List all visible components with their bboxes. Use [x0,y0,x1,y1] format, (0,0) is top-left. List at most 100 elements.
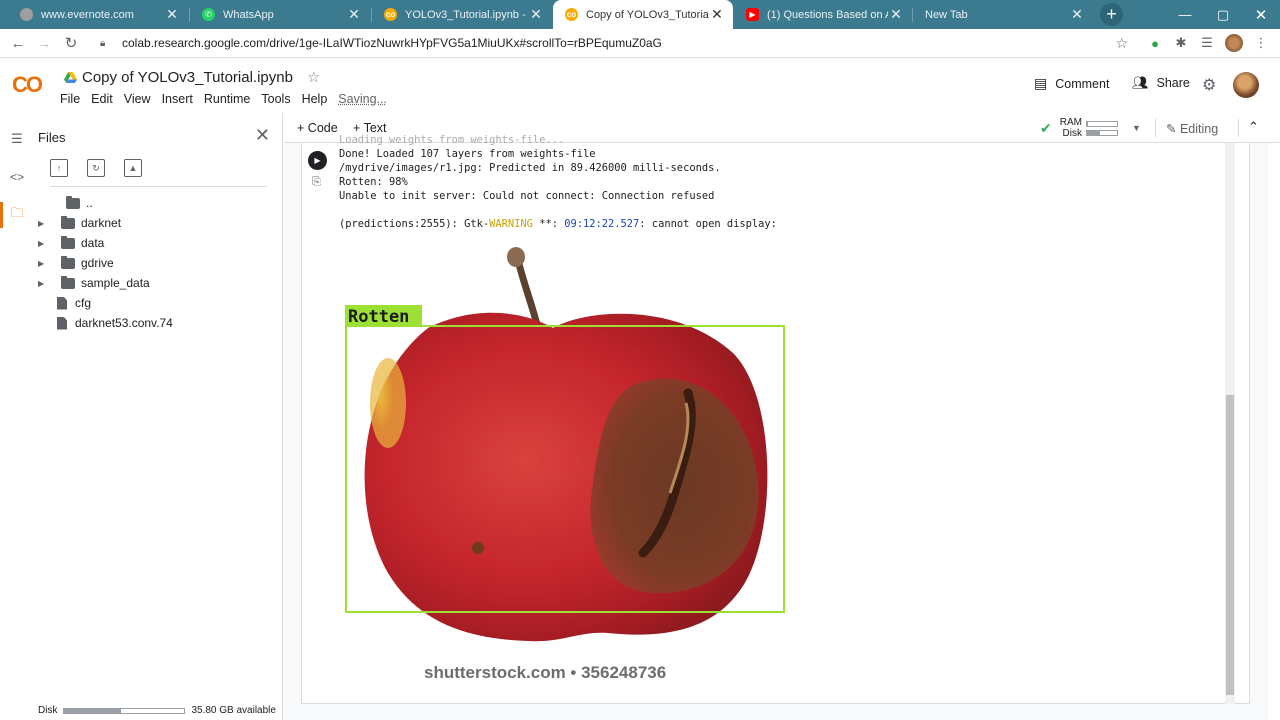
output-actions-icon[interactable]: ⎘ [312,176,321,189]
logo-text: CO [12,72,43,97]
colab-favicon-icon: co [565,8,578,21]
evernote-extension-icon[interactable]: ● [1146,34,1164,52]
file-tree-label: .. [86,196,93,210]
star-icon[interactable]: ☆ [307,68,320,86]
output-scrollbar-thumb[interactable] [1226,395,1234,695]
share-label: Share [1156,76,1190,90]
files-folder-icon[interactable]: 🗀︎ [8,205,26,224]
files-sidebar: Files ✕ ↑ ↻ ▲ .. ▶ darknet ▶ data ▶ gdri… [32,113,283,720]
sidebar-divider [50,186,267,187]
file-icon [57,296,67,310]
file-tree-item[interactable]: ▶ sample_data [38,273,173,293]
browser-tab[interactable]: www.evernote.com ✕ [8,0,188,29]
close-tab-icon[interactable]: ✕ [164,6,180,23]
table-of-contents-icon[interactable]: ☰ [8,130,26,148]
comment-button[interactable]: ▤ Comment [1034,75,1109,92]
browser-tab-strip: www.evernote.com ✕ ✆ WhatsApp ✕ co YOLOv… [0,0,1280,29]
lock-icon: 🔒︎ [100,37,106,49]
evernote-favicon-icon [20,8,33,21]
settings-gear-icon[interactable]: ⚙ [1202,75,1216,95]
colab-logo[interactable]: CO [12,72,43,98]
saving-status[interactable]: Saving... [338,92,387,106]
code-snippets-icon[interactable]: <> [8,168,26,186]
minimize-window-icon[interactable]: — [1166,0,1204,29]
folder-icon [61,235,75,249]
file-tree-label: sample_data [81,276,150,290]
browser-tab[interactable]: ▶ (1) Questions Based on Ante ✕ [734,0,912,29]
menu-bar: File Edit View Insert Runtime Tools Help… [60,92,398,106]
new-tab-button[interactable]: + [1100,3,1123,26]
close-tab-icon[interactable]: ✕ [346,6,362,23]
close-tab-icon[interactable]: ✕ [1069,6,1085,23]
menu-insert[interactable]: Insert [162,92,193,106]
comment-icon: ▤ [1034,75,1048,91]
close-tab-icon[interactable]: ✕ [709,6,725,23]
close-window-icon[interactable]: ✕ [1242,0,1280,29]
menu-help[interactable]: Help [302,92,328,106]
share-button[interactable]: 👥︎ Share [1132,75,1190,91]
menu-view[interactable]: View [124,92,151,106]
menu-edit[interactable]: Edit [91,92,113,106]
upload-file-icon[interactable]: ↑ [50,159,68,177]
maximize-window-icon[interactable]: ▢ [1204,0,1242,29]
run-cell-button[interactable]: ▶ [308,151,327,170]
reload-icon[interactable]: ↻ [60,32,82,54]
file-tree-item[interactable]: ▶ data [38,233,173,253]
file-tree-item[interactable]: darknet53.conv.74 [38,313,173,333]
browser-tab-active[interactable]: co Copy of YOLOv3_Tutorial.ipy ✕ [553,0,733,29]
file-tree-item[interactable]: cfg [38,293,173,313]
resources-indicator[interactable]: ✔ RAM Disk ▼ [1040,117,1141,139]
url-bar[interactable]: 🔒︎ colab.research.google.com/drive/1ge-I… [92,32,1138,54]
bookmark-star-icon[interactable]: ☆ [1115,35,1128,52]
folder-icon [61,275,75,289]
output-scrollbar[interactable] [1225,143,1235,704]
colab-header: CO Copy of YOLOv3_Tutorial.ipynb ☆ File … [0,58,1280,113]
browser-tab[interactable]: New Tab ✕ [913,0,1093,29]
refresh-folder-icon[interactable]: ↻ [87,159,105,177]
resources-dropdown-icon[interactable]: ▼ [1132,123,1141,133]
output-line: Loading weights from weights-file... [339,134,565,146]
editing-label: Editing [1179,122,1219,136]
whatsapp-favicon-icon: ✆ [202,8,215,21]
browser-tab[interactable]: co YOLOv3_Tutorial.ipynb - Cola ✕ [372,0,552,29]
file-tree-item[interactable]: ▶ darknet [38,213,173,233]
expand-caret-icon[interactable]: ▶ [38,279,50,288]
expand-caret-icon[interactable]: ▶ [38,219,50,228]
editing-mode-button[interactable]: ✎ Editing [1166,121,1218,136]
tab-title: WhatsApp [223,8,274,21]
mount-drive-icon[interactable]: ▲ [124,159,142,177]
reading-list-icon[interactable]: ☰ [1198,34,1216,52]
ram-label: RAM [1059,117,1082,128]
notebook-area: ▶ ⎘ Loading weights from weights-file...… [284,134,1280,720]
add-code-cell-button[interactable]: + Code [297,121,338,135]
file-tree-label: cfg [75,296,92,310]
tab-title: Copy of YOLOv3_Tutorial.ipy [586,8,709,21]
expand-caret-icon[interactable]: ▶ [38,239,50,248]
expand-caret-icon[interactable]: ▶ [38,259,50,268]
notebook-title[interactable]: Copy of YOLOv3_Tutorial.ipynb ☆ [64,68,320,86]
back-arrow-icon[interactable]: ← [7,32,29,54]
ram-usage-bar [1085,120,1118,127]
close-sidebar-icon[interactable]: ✕ [255,125,270,146]
file-tree-item[interactable]: .. [38,193,173,213]
profile-avatar-icon[interactable] [1225,34,1243,52]
close-tab-icon[interactable]: ✕ [888,6,904,23]
disk-label: Disk [1062,128,1082,139]
collapse-header-icon[interactable]: ⌃ [1248,119,1259,135]
ram-usage-fill [1086,121,1089,126]
forward-arrow-icon[interactable]: → [33,32,55,54]
notebook-title-text[interactable]: Copy of YOLOv3_Tutorial.ipynb [82,69,293,86]
browser-tab[interactable]: ✆ WhatsApp ✕ [190,0,370,29]
disk-usage-fill [64,708,121,713]
notebook-scrollbar[interactable] [1268,143,1280,720]
browser-menu-icon[interactable]: ⋮ [1252,34,1270,52]
extensions-puzzle-icon[interactable]: ✱ [1172,34,1190,52]
menu-file[interactable]: File [60,92,80,106]
menu-runtime[interactable]: Runtime [204,92,251,106]
google-drive-icon [64,71,77,83]
close-tab-icon[interactable]: ✕ [528,6,544,23]
user-avatar[interactable] [1233,72,1259,98]
active-rail-indicator [0,202,3,228]
file-tree-item[interactable]: ▶ gdrive [38,253,173,273]
menu-tools[interactable]: Tools [261,92,290,106]
